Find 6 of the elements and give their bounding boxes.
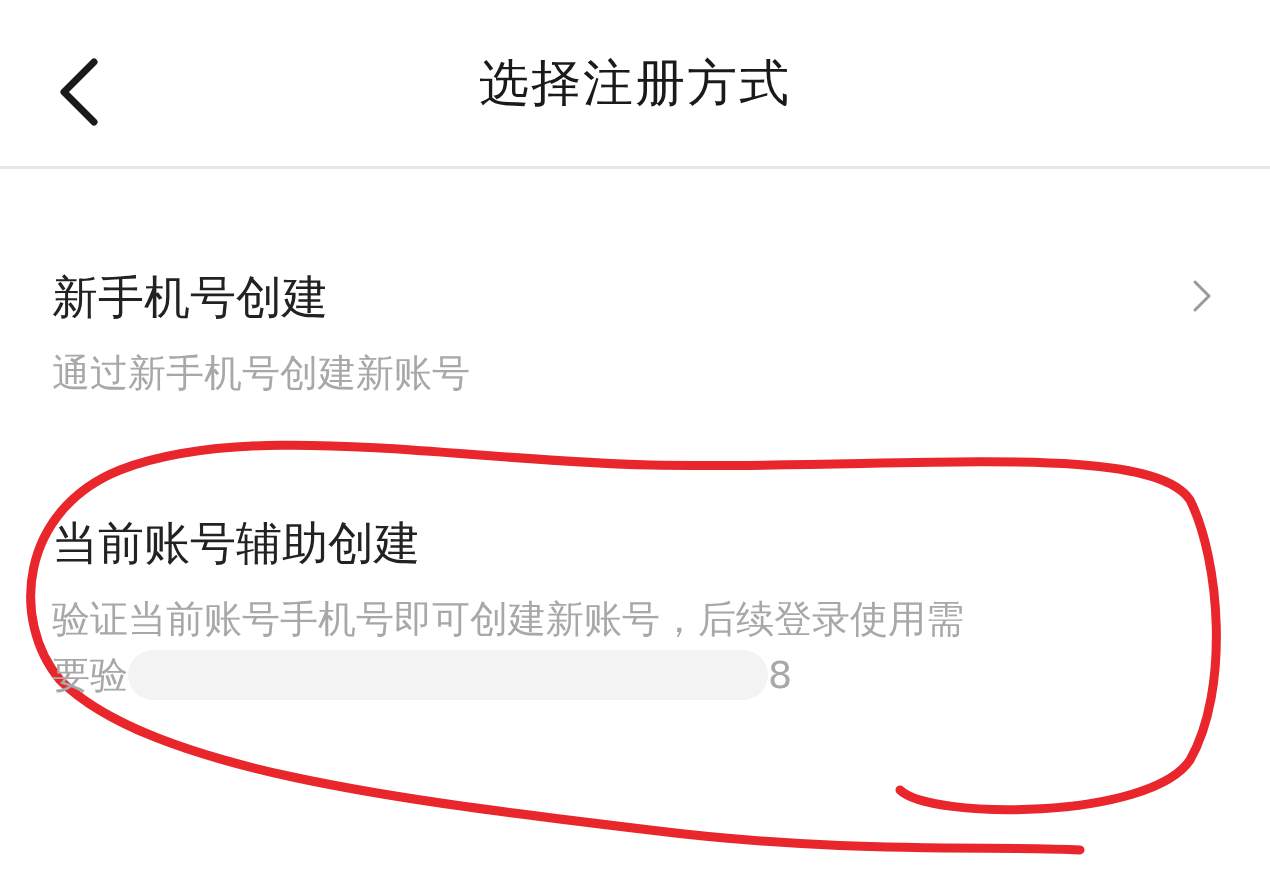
option-title[interactable]: 当前账号辅助创建 bbox=[52, 513, 1218, 573]
option-description: 8 bbox=[768, 652, 793, 699]
page-title: 选择注册方式 bbox=[479, 52, 791, 114]
option-title[interactable]: 新手机号创建 bbox=[52, 267, 1218, 327]
option-description: 通过新手机号创建新账号 bbox=[52, 350, 471, 397]
option-description: 验证当前账号手机号即可创建新账号，后续登录使用需 bbox=[52, 596, 965, 643]
